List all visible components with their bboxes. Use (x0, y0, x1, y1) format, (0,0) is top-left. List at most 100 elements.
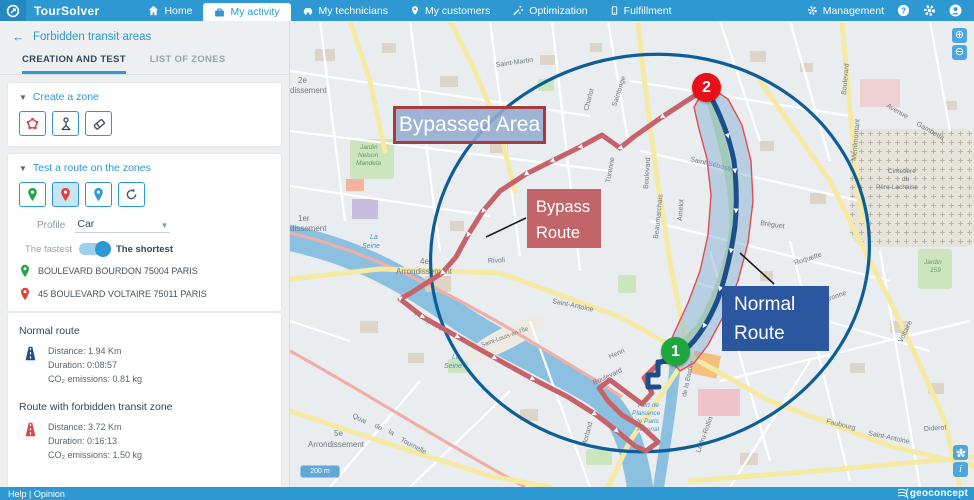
map-scale-indicator[interactable]: 200 m (300, 465, 340, 478)
management-menu[interactable]: Management (807, 5, 884, 17)
forbidden-route-distance: Distance: 3.72 Km (48, 421, 142, 435)
map-base-layer: 2edissement1erdissement4eArrondissement5… (290, 21, 974, 487)
map-label: Père-Lachaise (876, 184, 918, 191)
create-zone-header[interactable]: ▼ Create a zone (19, 91, 270, 103)
route-mode-toggle-row: The fastest The shortest (25, 243, 270, 255)
chevron-down-icon: ▼ (160, 221, 168, 230)
geoconcept-logo-icon (897, 488, 909, 499)
green-pin-icon (19, 264, 31, 278)
polygon-icon (24, 116, 41, 132)
tab-list-of-zones[interactable]: LIST OF ZONES (150, 54, 226, 74)
nav-my-activity[interactable]: My activity (203, 3, 290, 21)
draw-polygon-tool-button[interactable] (19, 111, 46, 136)
fastest-shortest-toggle[interactable] (79, 243, 109, 255)
collapse-caret-icon: ▼ (19, 164, 27, 173)
main-nav: Home My activity My technicians My custo… (137, 0, 682, 21)
nav-my-technicians[interactable]: My technicians (291, 0, 399, 21)
test-route-card: ▼ Test a route on the zones Profile (8, 154, 281, 311)
map-corner-controls: i (953, 445, 968, 477)
map-label: Cimetière (888, 168, 916, 175)
toursolver-app: TourSolver Home My activity My technicia… (0, 0, 974, 500)
back-arrow-icon[interactable]: ← (12, 30, 25, 43)
set-end-pin-button[interactable] (52, 182, 79, 207)
map-label: Nelson (358, 152, 379, 159)
top-navigation-bar: TourSolver Home My activity My technicia… (0, 0, 974, 21)
topbar-right-cluster: Management ? (807, 0, 974, 21)
page-title: Forbidden transit areas (33, 31, 151, 43)
forbidden-route-duration: Duration: 0:16:13 (48, 435, 142, 449)
map-label: Jardin (359, 144, 378, 151)
red-pin-icon (19, 287, 31, 301)
magic-wand-icon (512, 5, 524, 16)
eraser-tool-button[interactable] (85, 111, 112, 136)
profile-label: Profile (37, 220, 65, 233)
normal-route-distance: Distance: 1.94 Km (48, 345, 142, 359)
toursolver-logo[interactable] (0, 0, 26, 21)
map-label: dissement (290, 224, 327, 233)
route-test-tools (19, 182, 270, 207)
map-style-button[interactable] (953, 445, 968, 460)
settings-gear-icon[interactable] (923, 4, 936, 17)
set-via-pin-button[interactable] (85, 182, 112, 207)
bypassed-area-label: Bypassed Area (393, 106, 546, 144)
help-icon[interactable]: ? (897, 4, 910, 17)
route-ribbon-icon-blue (22, 345, 39, 362)
zone-tools (19, 111, 270, 136)
nav-optimization[interactable]: Optimization (501, 0, 598, 21)
beacon-icon (58, 116, 74, 132)
draw-beacon-tool-button[interactable] (52, 111, 79, 136)
end-address-row: 45 BOULEVARD VOLTAIRE 75011 PARIS (19, 287, 270, 301)
test-route-header[interactable]: ▼ Test a route on the zones (19, 162, 270, 174)
set-start-pin-button[interactable] (19, 182, 46, 207)
start-marker[interactable]: 1 (661, 337, 690, 366)
map-label: du (902, 176, 910, 183)
collapse-caret-icon: ▼ (19, 93, 27, 102)
forbidden-route-title: Route with forbidden transit zone (19, 401, 270, 413)
zoom-in-button[interactable]: ⊕ (952, 28, 967, 43)
map-pin-icon (410, 5, 420, 16)
nav-fulfillment[interactable]: Fulfillment (599, 0, 683, 21)
management-gear-icon (807, 5, 818, 16)
reset-route-button[interactable] (118, 182, 145, 207)
normal-route-stats: Distance: 1.94 Km Duration: 0:08:57 CO₂ … (48, 345, 142, 387)
toursolver-logo-icon (6, 4, 20, 18)
panel-tabs: CREATION AND TEST LIST OF ZONES (0, 50, 289, 75)
flower-icon (956, 448, 966, 458)
route-ribbon-icon-red (22, 421, 39, 438)
green-pin-icon (26, 187, 39, 202)
toggle-knob (95, 241, 111, 257)
normal-route-duration: Duration: 0:08:57 (48, 359, 142, 373)
red-pin-icon (59, 187, 72, 202)
profile-value: Car (77, 218, 94, 230)
map-label: 159 (930, 267, 941, 274)
svg-text:?: ? (901, 5, 906, 15)
normal-route-detail: Distance: 1.94 Km Duration: 0:08:57 CO₂ … (22, 345, 270, 387)
start-address: BOULEVARD BOURDON 75004 PARIS (38, 266, 198, 276)
normal-route-label: Normal Route (722, 286, 829, 351)
route-results-card: Normal route Distance: 1.94 Km Duration:… (8, 313, 281, 487)
map-label: Plaisance (632, 410, 661, 417)
left-panel: ← Forbidden transit areas CREATION AND T… (0, 21, 290, 487)
profile-select[interactable]: Car ▼ (75, 218, 170, 233)
map-label: 1er (298, 214, 310, 223)
brand-name: TourSolver (26, 0, 109, 21)
map-canvas[interactable]: 2edissement1erdissement4eArrondissement5… (290, 21, 974, 487)
nav-my-customers[interactable]: My customers (399, 0, 501, 21)
panel-title-row: ← Forbidden transit areas (0, 21, 289, 50)
end-marker[interactable]: 2 (692, 73, 721, 102)
map-label: dissement (290, 86, 327, 95)
forbidden-route-detail: Distance: 3.72 Km Duration: 0:16:13 CO₂ … (22, 421, 270, 463)
create-zone-card: ▼ Create a zone (8, 83, 281, 146)
tab-creation-and-test[interactable]: CREATION AND TEST (22, 54, 126, 74)
map-label: 5e (334, 429, 343, 438)
map-info-button[interactable]: i (953, 462, 968, 477)
zoom-out-button[interactable]: ⊖ (952, 45, 967, 60)
end-address: 45 BOULEVARD VOLTAIRE 75011 PARIS (38, 289, 207, 299)
user-account-icon[interactable] (949, 4, 962, 17)
help-opinion-link[interactable]: Help | Opinion (0, 489, 65, 499)
map-label: Arrondissement (308, 440, 365, 449)
mobile-icon (610, 5, 619, 16)
nav-home[interactable]: Home (137, 0, 203, 21)
map-label: La (370, 234, 378, 241)
toggle-label-fastest: The fastest (25, 244, 72, 255)
